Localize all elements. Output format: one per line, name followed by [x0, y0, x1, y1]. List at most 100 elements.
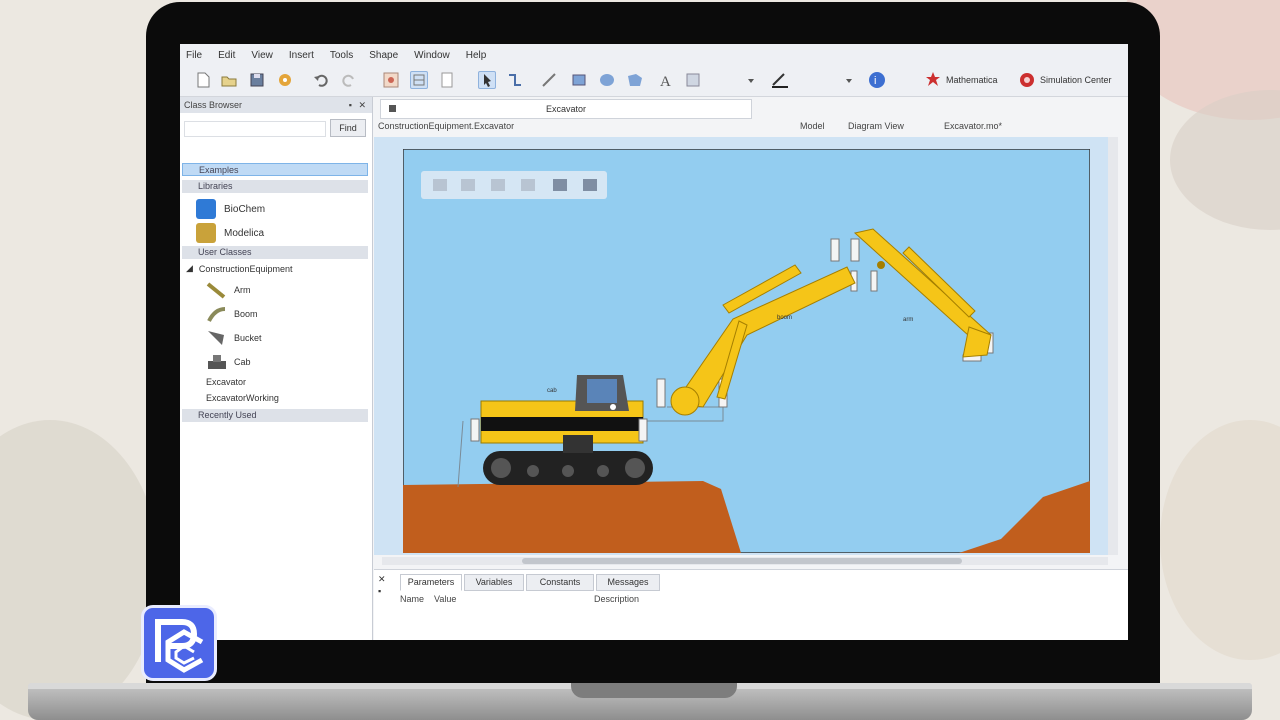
- polygon-tool-icon[interactable]: [626, 71, 644, 89]
- document-tab[interactable]: Excavator: [380, 99, 752, 119]
- menu-edit[interactable]: Edit: [218, 50, 235, 61]
- vertical-scrollbar[interactable]: [1108, 137, 1118, 555]
- connector-tool-icon[interactable]: [506, 71, 524, 89]
- tab-constants[interactable]: Constants: [526, 574, 594, 591]
- menu-shape[interactable]: Shape: [369, 50, 398, 61]
- logo-mark: [155, 619, 204, 673]
- find-button[interactable]: Find: [330, 119, 366, 137]
- class-label: Bucket: [234, 333, 262, 343]
- section-examples[interactable]: Examples: [182, 163, 368, 176]
- biochem-icon: [196, 199, 216, 219]
- library-item-biochem[interactable]: BioChem: [196, 199, 265, 219]
- bottom-panel: ✕ ▪ Parameters Variables Constants Messa…: [374, 569, 1128, 640]
- tree-item-bucket[interactable]: Bucket: [206, 329, 262, 347]
- line-tool-icon[interactable]: [540, 71, 558, 89]
- tree-item-boom[interactable]: Boom: [206, 305, 258, 323]
- class-label: Arm: [234, 285, 251, 295]
- redo-icon[interactable]: [340, 71, 358, 89]
- tab-variables[interactable]: Variables: [464, 574, 524, 591]
- column-description: Description: [594, 594, 640, 604]
- document-icon: [389, 105, 396, 112]
- section-libraries[interactable]: Libraries: [182, 180, 368, 193]
- simulation-center-label[interactable]: Simulation Center: [1040, 75, 1112, 85]
- menu-bar: File Edit View Insert Tools Shape Window…: [180, 44, 1128, 66]
- rectangle-tool-icon[interactable]: [570, 71, 588, 89]
- zoom-out-icon[interactable]: [583, 179, 597, 191]
- mathematica-label[interactable]: Mathematica: [946, 75, 998, 85]
- boom-icon: [207, 307, 226, 322]
- class-browser-panel: Class Browser ✕ ▪ Find Examples Librarie…: [180, 97, 373, 640]
- diagram-view-icon[interactable]: [410, 71, 428, 89]
- simulation-center-icon[interactable]: [1018, 71, 1036, 89]
- canvas-toolbar: [421, 171, 607, 199]
- view-model-label[interactable]: Model: [800, 121, 825, 131]
- close-panel-icon[interactable]: ✕: [378, 574, 386, 585]
- open-folder-icon[interactable]: [220, 71, 238, 89]
- undo-icon[interactable]: [312, 71, 330, 89]
- horizontal-scrollbar[interactable]: [382, 557, 1108, 565]
- zoom-in-icon[interactable]: [553, 179, 567, 191]
- column-value: Value: [434, 594, 457, 604]
- close-panel-icon[interactable]: ✕: [358, 97, 366, 113]
- text-tool-icon[interactable]: A: [656, 71, 674, 90]
- view-diagram-label[interactable]: Diagram View: [848, 121, 904, 131]
- menu-tools[interactable]: Tools: [330, 50, 353, 61]
- ground-left: [403, 481, 741, 553]
- bitmap-tool-icon[interactable]: [684, 71, 702, 89]
- rotate-icon[interactable]: [461, 179, 475, 191]
- document-tab-title: Excavator: [545, 104, 587, 114]
- diagram-canvas[interactable]: cab boom arm: [403, 149, 1090, 553]
- cab-window: [587, 379, 617, 403]
- background-blob: [1170, 90, 1280, 230]
- share-icon[interactable]: [276, 71, 294, 89]
- arm-icon: [206, 282, 226, 299]
- menu-help[interactable]: Help: [466, 50, 487, 61]
- new-file-icon[interactable]: [194, 71, 212, 89]
- text-view-icon[interactable]: [438, 71, 456, 89]
- section-user-classes[interactable]: User Classes: [182, 246, 368, 259]
- tree-item-cab[interactable]: Cab: [206, 353, 251, 371]
- section-recently-used[interactable]: Recently Used: [182, 409, 368, 422]
- search-input[interactable]: [184, 121, 326, 137]
- pin-icon[interactable]: ▪: [378, 586, 381, 596]
- svg-text:A: A: [660, 74, 671, 89]
- pen-color-icon[interactable]: [770, 71, 788, 89]
- fit-icon[interactable]: [433, 179, 447, 191]
- expand-arrow-icon[interactable]: ◢: [186, 263, 193, 274]
- tree-item-package[interactable]: ◢ ConstructionEquipment: [186, 263, 292, 274]
- connector-port: [610, 404, 616, 410]
- mirror-icon[interactable]: [521, 179, 535, 191]
- menu-file[interactable]: File: [186, 50, 202, 61]
- boom-label: boom: [777, 315, 792, 321]
- scroll-thumb[interactable]: [522, 558, 962, 564]
- file-name-label: Excavator.mo*: [944, 121, 1003, 131]
- dropdown-arrow-icon[interactable]: [840, 71, 858, 89]
- library-label: Modelica: [224, 227, 265, 239]
- mathematica-icon[interactable]: [924, 71, 942, 89]
- section-examples-label: Examples: [199, 165, 239, 175]
- info-icon[interactable]: i: [868, 71, 886, 89]
- tab-messages[interactable]: Messages: [596, 574, 660, 591]
- document-area: Excavator ConstructionEquipment.Excavato…: [374, 97, 1128, 640]
- menu-window[interactable]: Window: [414, 50, 450, 61]
- pointer-tool-icon[interactable]: [478, 71, 496, 89]
- dropdown-arrow-icon[interactable]: [742, 71, 760, 89]
- library-item-modelica[interactable]: Modelica: [196, 223, 264, 243]
- tree-item-excavator[interactable]: Excavator: [206, 377, 246, 387]
- pin-icon[interactable]: ▪: [349, 97, 352, 113]
- package-label: ConstructionEquipment: [198, 263, 293, 274]
- menu-insert[interactable]: Insert: [289, 50, 314, 61]
- diagram-canvas-area: cab boom arm: [374, 137, 1118, 555]
- class-label: Boom: [234, 309, 258, 319]
- menu-view[interactable]: View: [251, 50, 273, 61]
- tree-item-arm[interactable]: Arm: [206, 281, 251, 299]
- tree-item-excavator-working[interactable]: ExcavatorWorking: [206, 393, 279, 403]
- save-icon[interactable]: [248, 71, 266, 89]
- section-libraries-label: Libraries: [198, 181, 233, 191]
- icon-view-icon[interactable]: [382, 71, 400, 89]
- model-path: ConstructionEquipment.Excavator: [378, 121, 515, 131]
- ellipse-tool-icon[interactable]: [598, 71, 616, 89]
- flip-icon[interactable]: [491, 179, 505, 191]
- tab-parameters[interactable]: Parameters: [400, 574, 462, 591]
- cab-icon: [208, 355, 226, 369]
